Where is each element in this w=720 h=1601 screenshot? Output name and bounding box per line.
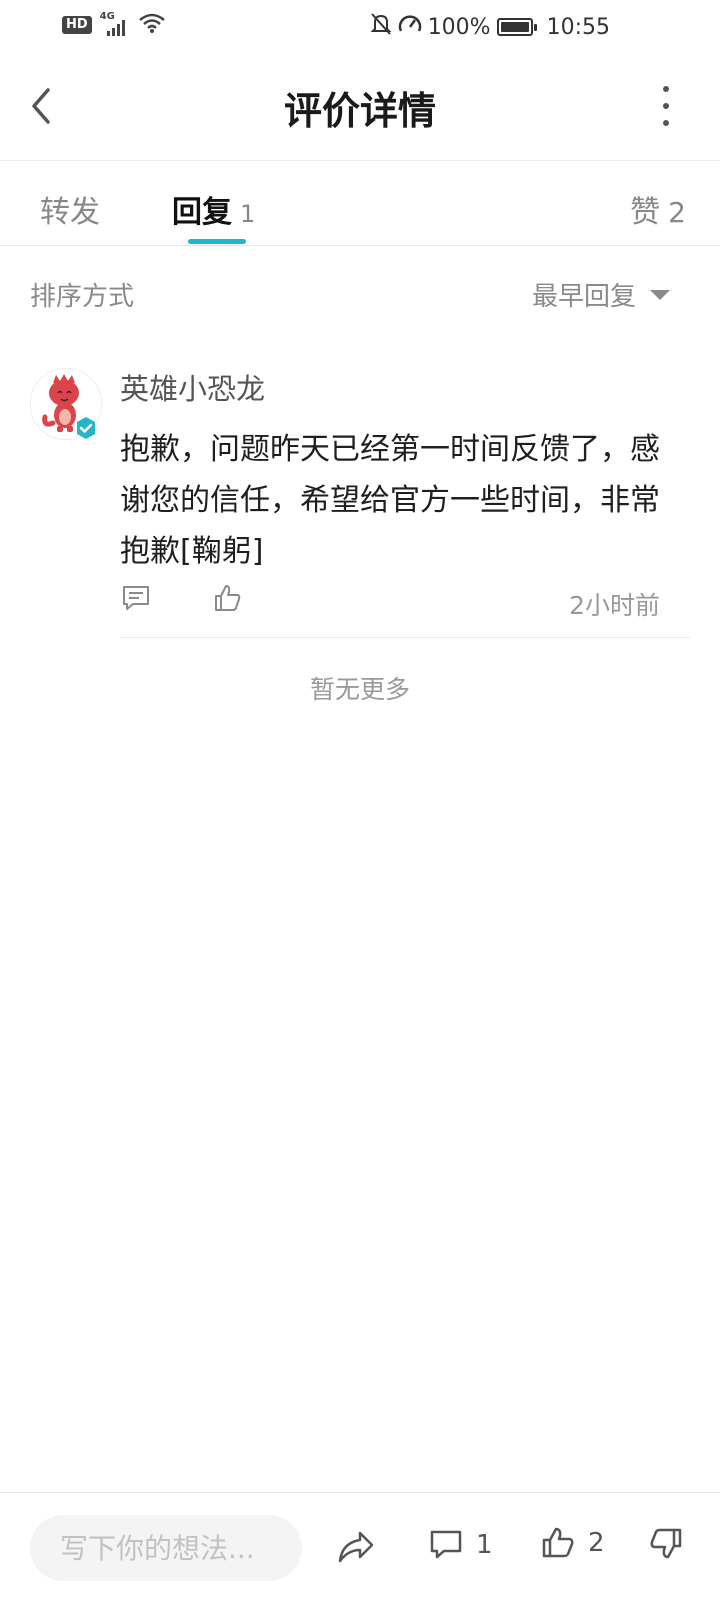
hd-indicator: HD [62, 16, 92, 34]
tab-replies[interactable]: 回复 1 [172, 187, 255, 231]
no-more-text: 暂无更多 [309, 675, 410, 704]
tab-replies-label: 回复 [172, 195, 232, 230]
like-count-button[interactable]: 2 [540, 1525, 605, 1561]
page-title: 评价详情 [283, 89, 436, 133]
status-bar: HD 4G 100% 10:55 [0, 0, 720, 52]
status-bar-right: 100% 10:55 [370, 12, 610, 42]
comment-count: 1 [476, 1530, 493, 1560]
sort-selected-value: 最早回复 [531, 282, 636, 312]
battery-percent: 100% [427, 14, 491, 40]
reply-input[interactable] [30, 1515, 302, 1581]
bottom-action-bar: 1 2 [0, 1492, 720, 1601]
speed-gauge-icon [398, 13, 422, 41]
share-button[interactable] [336, 1529, 376, 1569]
tab-repost-label: 转发 [40, 195, 100, 230]
active-tab-indicator [188, 239, 246, 244]
mute-bell-icon [370, 12, 392, 42]
tab-replies-count: 1 [240, 200, 256, 228]
tab-likes-label: 赞 [630, 195, 661, 230]
reply-button[interactable] [120, 582, 152, 618]
comment-count-button[interactable]: 1 [428, 1527, 493, 1563]
divider [120, 637, 690, 638]
like-count: 2 [588, 1528, 605, 1558]
battery-icon [496, 18, 537, 36]
wifi-icon [138, 12, 166, 38]
app-bar: 评价详情 [0, 52, 720, 161]
comment-text: 抱歉，问题昨天已经第一时间反馈了，感谢您的信任，希望给官方一些时间，非常抱歉[鞠… [120, 432, 660, 569]
sort-dropdown[interactable]: 最早回复 [532, 276, 670, 313]
dislike-button[interactable] [648, 1525, 684, 1565]
comment-actions: 2小时前 [120, 582, 660, 622]
more-dots-icon [663, 86, 669, 92]
cellular-signal-icon: 4G [100, 11, 130, 37]
more-options-button[interactable] [656, 86, 676, 126]
tab-bar: 转发 回复 1 赞2 [0, 161, 720, 246]
status-bar-left: HD 4G [62, 11, 166, 38]
comment-bubble-icon [430, 1530, 462, 1559]
thumbs-down-icon [650, 1528, 682, 1559]
tab-likes-count: 2 [668, 196, 686, 229]
share-arrow-icon [338, 1531, 374, 1563]
thumbs-up-icon [215, 585, 241, 611]
thumbs-up-icon [542, 1527, 574, 1558]
comment-author[interactable]: 英雄小恐龙 [120, 366, 265, 408]
sort-bar: 排序方式 最早回复 [0, 266, 720, 322]
caret-down-icon [650, 289, 670, 300]
clock: 10:55 [546, 14, 610, 40]
comment-like-button[interactable] [212, 582, 244, 618]
comment-time: 2小时前 [569, 591, 660, 620]
tab-repost[interactable]: 转发 [40, 187, 100, 231]
verified-badge-icon [77, 417, 95, 439]
comment-icon [123, 586, 149, 610]
sort-label: 排序方式 [30, 282, 135, 312]
tab-likes[interactable]: 赞2 [630, 187, 686, 231]
